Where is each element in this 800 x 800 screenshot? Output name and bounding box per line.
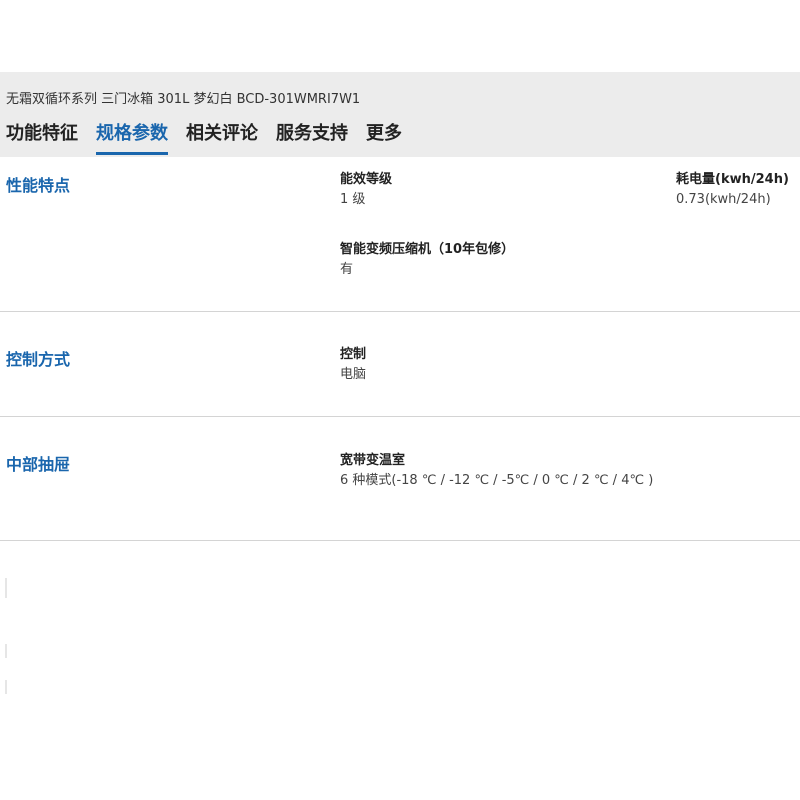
spec-label: 能效等级 [340,172,393,187]
section-title: 中部抽屉 [6,455,71,474]
spec-item-energy-rating: 能效等级 1 级 [340,170,392,210]
section-title: 控制方式 [6,350,71,369]
tab-reviews[interactable]: 相关评论 [186,119,258,157]
spec-value: 1 级 [340,192,366,207]
spec-section-performance: 性能特点 能效等级 1 级 耗电量(kwh/24h) 0.73(kwh/24h)… [0,157,800,312]
spec-section-middle-drawer: 中部抽屉 宽带变温室 6 种模式(-18 ℃ / -12 ℃ / -5℃ / 0… [0,417,800,541]
spec-section-control: 控制方式 控制 电脑 [0,312,800,417]
spec-item-variable-temp-zone: 宽带变温室 6 种模式(-18 ℃ / -12 ℃ / -5℃ / 0 ℃ / … [340,451,660,491]
spec-label: 控制 [340,347,367,362]
spec-value: 电脑 [340,367,367,382]
tab-more[interactable]: 更多 [366,119,402,157]
edge-mark [5,644,7,658]
tab-service-support[interactable]: 服务支持 [276,119,348,157]
edge-mark [5,578,7,598]
spec-value: 6 种模式(-18 ℃ / -12 ℃ / -5℃ / 0 ℃ / 2 ℃ / … [340,473,654,488]
section-title: 性能特点 [6,176,71,195]
edge-mark [5,680,7,694]
spec-item-control: 控制 电脑 [340,345,366,385]
spec-item-power-consumption: 耗电量(kwh/24h) 0.73(kwh/24h) [676,170,789,210]
product-title: 无霜双循环系列 三门冰箱 301L 梦幻白 BCD-301WMRI7W1 [6,92,361,107]
spec-label: 智能变频压缩机（10年包修） [340,242,515,257]
spec-value: 有 [340,262,354,277]
tab-specifications[interactable]: 规格参数 [96,119,168,157]
spec-label: 宽带变温室 [340,453,406,468]
spec-value: 0.73(kwh/24h) [676,192,771,207]
spec-label: 耗电量(kwh/24h) [676,172,789,187]
tab-bar: 功能特征 规格参数 相关评论 服务支持 更多 [6,119,420,157]
spec-item-inverter-compressor: 智能变频压缩机（10年包修） 有 [340,240,514,280]
tab-features[interactable]: 功能特征 [6,119,78,157]
